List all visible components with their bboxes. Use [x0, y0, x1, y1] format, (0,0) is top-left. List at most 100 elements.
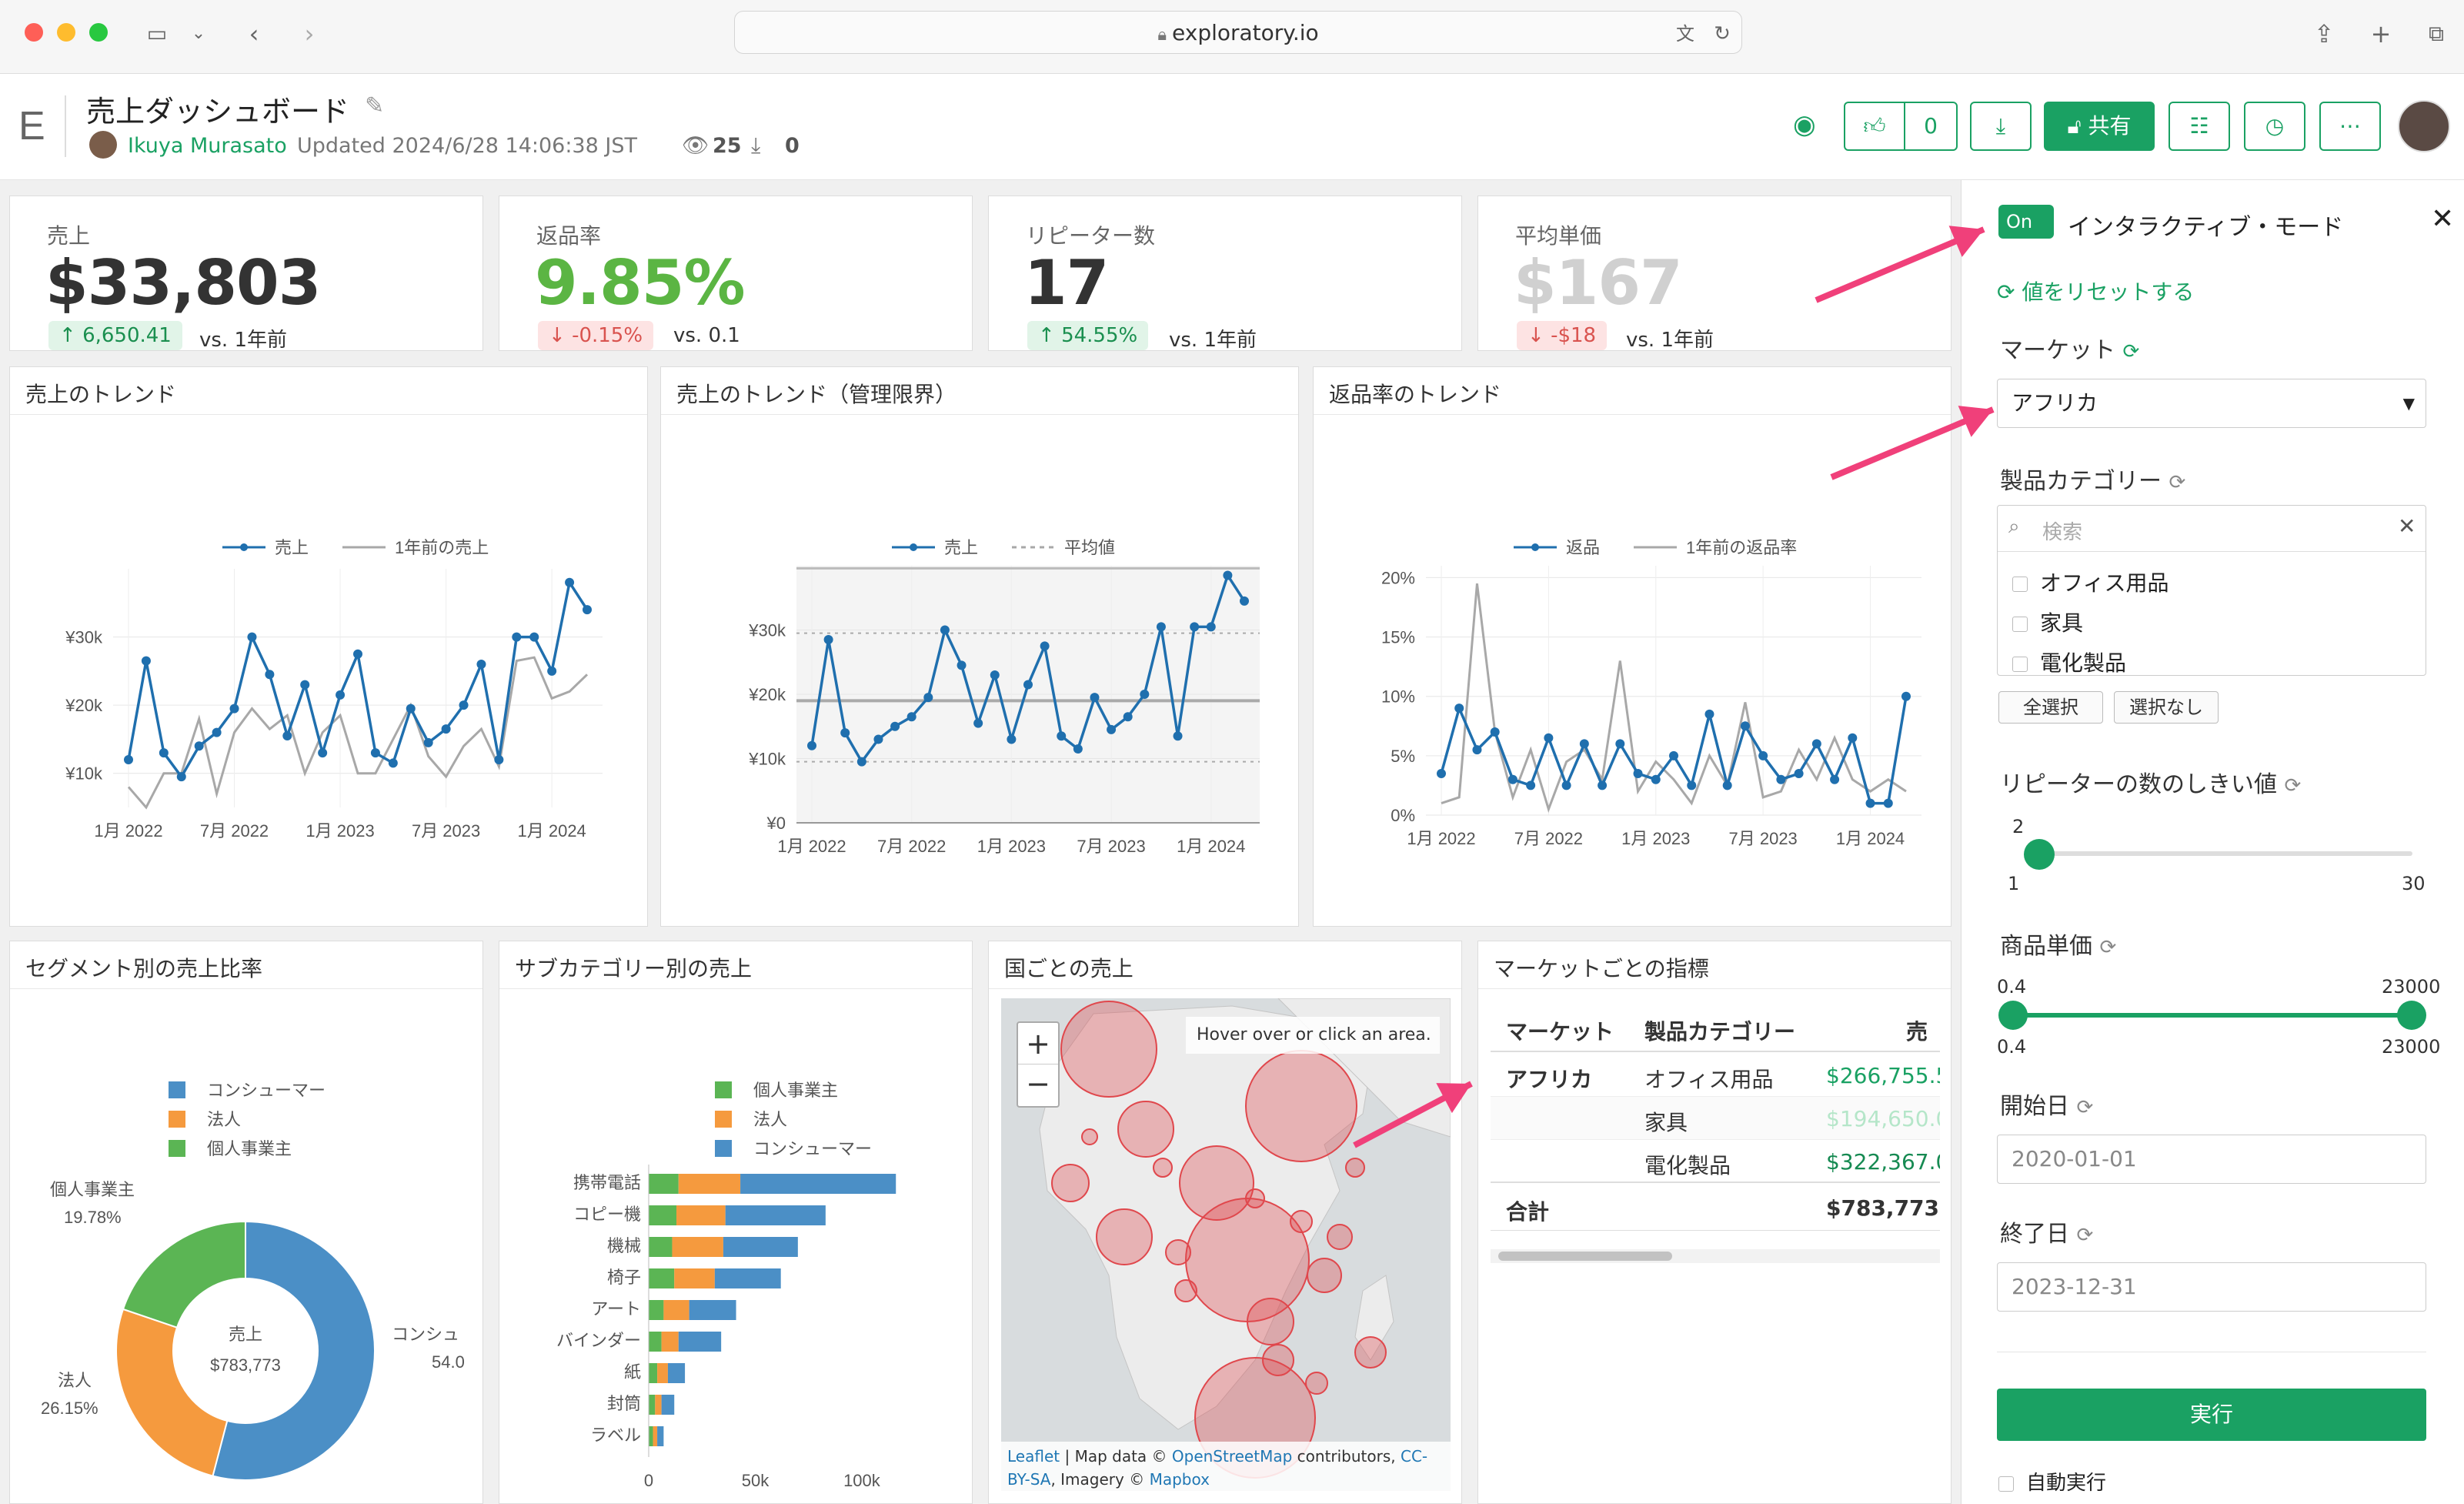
- bar-segment: [723, 1237, 798, 1257]
- user-avatar[interactable]: [2398, 100, 2450, 152]
- app-logo[interactable]: E: [18, 103, 45, 149]
- start-date-input[interactable]: 2020-01-01: [1997, 1135, 2426, 1184]
- country-bubble: [1051, 1164, 1090, 1202]
- clear-icon[interactable]: ✕: [2398, 513, 2416, 539]
- category-option[interactable]: オフィス用品: [2012, 567, 2169, 597]
- kpi-label: リピーター数: [1026, 223, 1156, 249]
- price-range-low-handle[interactable]: [1998, 1001, 2028, 1030]
- close-icon[interactable]: ✕: [2431, 203, 2454, 235]
- end-date-input[interactable]: 2023-12-31: [1997, 1262, 2426, 1312]
- map-layer: [1001, 998, 1451, 1491]
- close-window-button[interactable]: [25, 23, 43, 42]
- refresh-icon[interactable]: ⟳: [2123, 340, 2140, 363]
- repeater-slider-handle[interactable]: [2024, 839, 2055, 870]
- maximize-window-button[interactable]: [89, 23, 108, 42]
- share-icon[interactable]: ⇪: [2310, 20, 2338, 48]
- market-select[interactable]: アフリカ ▼: [1997, 379, 2426, 428]
- checkbox[interactable]: [1998, 1476, 2014, 1492]
- category-option[interactable]: 電化製品: [2012, 647, 2126, 677]
- column-header[interactable]: 売: [1906, 1015, 1928, 1046]
- legend-label: 1年前の売上: [395, 538, 489, 557]
- edit-icon[interactable]: ✎: [365, 92, 384, 119]
- minimize-window-button[interactable]: [57, 23, 75, 42]
- data-point: [940, 625, 950, 635]
- kpi-card-avg-price: 平均単価 $167 ↓ -$18 vs. 1年前: [1477, 196, 1952, 352]
- scrollbar-thumb[interactable]: [1498, 1252, 1672, 1261]
- bar-segment: [649, 1395, 656, 1415]
- zoom-out-button[interactable]: −: [1018, 1064, 1058, 1106]
- horizontal-scrollbar[interactable]: [1491, 1249, 1940, 1263]
- arrow-down-icon: ↓: [1527, 324, 1551, 347]
- price-range-track[interactable]: [2012, 1013, 2405, 1018]
- y-tick-label: ¥10k: [65, 764, 103, 784]
- settings-sliders-button[interactable]: ☷: [2169, 102, 2230, 151]
- run-button[interactable]: 実行: [1997, 1389, 2426, 1441]
- price-label: 商品単価 ⟳: [2000, 933, 2117, 960]
- data-point: [1472, 745, 1482, 755]
- forward-icon[interactable]: ›: [295, 20, 323, 48]
- refresh-icon[interactable]: ⟳: [2285, 774, 2302, 797]
- download-count-icon: ⤓: [751, 132, 761, 158]
- kpi-delta: -$18: [1551, 324, 1597, 347]
- like-button[interactable]: 👍︎: [1844, 102, 1905, 151]
- data-point: [1040, 641, 1050, 651]
- checkbox[interactable]: [2012, 657, 2028, 672]
- kpi-vs: vs. 1年前: [1626, 329, 1714, 352]
- x-tick-label: 1月 2022: [1407, 829, 1475, 848]
- download-button[interactable]: ⤓: [1970, 102, 2032, 151]
- bar-segment: [678, 1174, 741, 1194]
- repeater-slider-track[interactable]: [2028, 851, 2412, 856]
- category-search[interactable]: ⌕ 検索 ✕: [1998, 506, 2426, 552]
- map-view[interactable]: + − Hover over or click an area. Leaflet…: [1001, 998, 1451, 1491]
- data-point: [1490, 727, 1500, 737]
- slice-label: 個人事業主: [50, 1180, 135, 1199]
- column-header[interactable]: 製品カテゴリー: [1644, 1015, 1795, 1046]
- checkbox[interactable]: [2012, 617, 2028, 632]
- mapbox-link[interactable]: Mapbox: [1150, 1470, 1210, 1489]
- column-header[interactable]: マーケット: [1506, 1015, 1614, 1046]
- card-header: セグメント別の売上比率: [10, 941, 482, 989]
- new-tab-icon[interactable]: +: [2367, 20, 2395, 48]
- y-tick-label: 0%: [1391, 806, 1415, 825]
- zoom-in-button[interactable]: +: [1018, 1023, 1058, 1064]
- data-point: [823, 635, 833, 645]
- author-link[interactable]: Ikuya Murasato: [128, 134, 287, 158]
- translate-icon[interactable]: 文: [1671, 20, 1699, 48]
- market-cell: アフリカ: [1506, 1067, 1593, 1092]
- refresh-icon[interactable]: ⟳: [2169, 471, 2186, 494]
- checkbox[interactable]: [2012, 577, 2028, 592]
- share-button[interactable]: 🔓︎ 共有: [2044, 102, 2155, 151]
- tabs-overview-icon[interactable]: ⧉: [2422, 20, 2450, 48]
- country-bubble: [1245, 1188, 1265, 1208]
- reset-link[interactable]: ⟳ 値をリセットする: [1997, 276, 2194, 306]
- legend-label: 個人事業主: [753, 1081, 838, 1100]
- data-point: [336, 690, 346, 700]
- bar-segment: [725, 1205, 826, 1225]
- kpi-value: $167: [1514, 247, 1683, 319]
- auto-run-option[interactable]: 自動実行: [1998, 1467, 2106, 1496]
- interactive-toggle[interactable]: On: [1998, 205, 2054, 239]
- more-options-button[interactable]: ⋯: [2319, 102, 2381, 151]
- refresh-icon[interactable]: ⟳: [2077, 1224, 2094, 1247]
- select-none-button[interactable]: 選択なし: [2114, 691, 2219, 724]
- schedule-clock-button[interactable]: ◷: [2244, 102, 2305, 151]
- wifi-icon[interactable]: ◉: [1793, 109, 1816, 140]
- osm-link[interactable]: OpenStreetMap: [1172, 1447, 1292, 1466]
- sidebar-toggle-icon[interactable]: ▭: [143, 20, 171, 48]
- select-all-button[interactable]: 全選択: [1998, 691, 2103, 724]
- address-bar[interactable]: 🔒︎ exploratory.io: [734, 11, 1742, 54]
- price-range-high-handle[interactable]: [2397, 1001, 2426, 1030]
- refresh-icon[interactable]: ⟳: [2100, 936, 2117, 959]
- reload-icon[interactable]: ↻: [1708, 20, 1736, 48]
- legend-label: 法人: [753, 1110, 787, 1129]
- back-icon[interactable]: ‹: [240, 20, 268, 48]
- chevron-down-icon[interactable]: ⌄: [185, 20, 212, 48]
- data-point: [1057, 731, 1067, 741]
- category-option[interactable]: 家具: [2012, 607, 2083, 637]
- data-point: [1123, 712, 1133, 722]
- search-input[interactable]: 検索: [2042, 516, 2082, 545]
- refresh-icon[interactable]: ⟳: [2077, 1096, 2094, 1119]
- leaflet-link[interactable]: Leaflet: [1007, 1447, 1060, 1466]
- divider: [65, 95, 66, 157]
- data-point: [1794, 769, 1804, 778]
